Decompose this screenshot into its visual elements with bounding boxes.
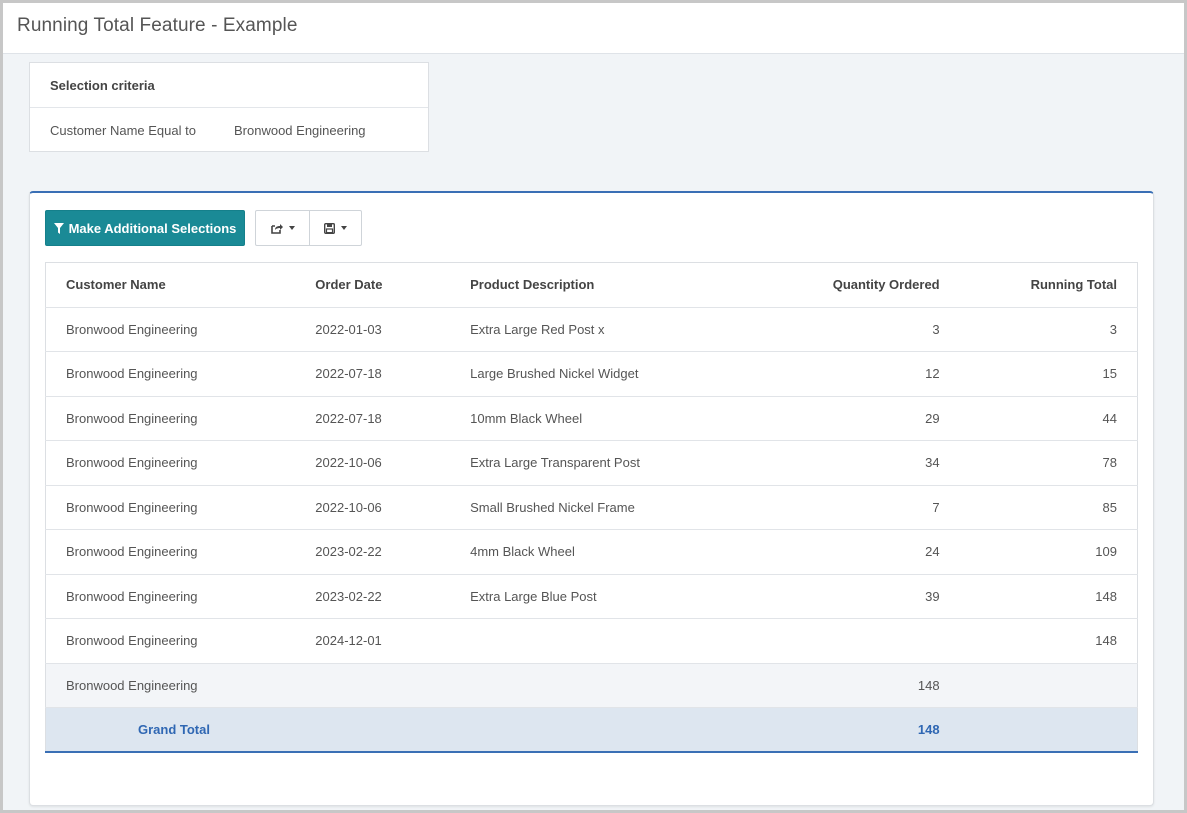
- share-button[interactable]: [256, 211, 309, 245]
- table-row: Bronwood Engineering 2022-10-06 Small Br…: [45, 485, 1138, 530]
- cell-quantity: 12: [699, 351, 960, 397]
- cell-date: 2022-07-18: [295, 351, 451, 397]
- cell-running-total: 78: [959, 440, 1138, 486]
- cell-quantity: 24: [699, 529, 960, 575]
- chevron-down-icon: [341, 226, 348, 230]
- subtotal-quantity: 148: [699, 663, 960, 708]
- save-icon: [324, 222, 336, 234]
- cell-date: 2024-12-01: [295, 618, 451, 664]
- cell-running-total: 15: [959, 351, 1138, 397]
- share-icon: [270, 223, 283, 234]
- subtotal-row: Bronwood Engineering 148: [45, 663, 1138, 708]
- table-row: Bronwood Engineering 2022-10-06 Extra La…: [45, 440, 1138, 486]
- header-quantity-ordered[interactable]: Quantity Ordered: [699, 262, 960, 308]
- grand-total-empty: [959, 707, 1138, 753]
- page-title: Running Total Feature - Example: [17, 15, 298, 36]
- subtotal-empty: [450, 663, 700, 708]
- grand-total-row: Grand Total 148: [45, 707, 1138, 753]
- make-additional-selections-label: Make Additional Selections: [68, 220, 237, 236]
- table-row: Bronwood Engineering 2023-02-22 4mm Blac…: [45, 529, 1138, 575]
- cell-product: Extra Large Red Post x: [450, 307, 700, 352]
- title-bar: Running Total Feature - Example: [3, 3, 1184, 54]
- cell-product: Extra Large Blue Post: [450, 574, 700, 619]
- cell-customer: Bronwood Engineering: [45, 529, 296, 575]
- table-row: Bronwood Engineering 2024-12-01 148: [45, 618, 1138, 664]
- table-row: Bronwood Engineering 2022-07-18 Large Br…: [45, 351, 1138, 397]
- header-product-description[interactable]: Product Description: [450, 262, 700, 308]
- subtotal-customer: Bronwood Engineering: [45, 663, 296, 708]
- criteria-row: Customer Name Equal to Bronwood Engineer…: [30, 108, 428, 152]
- cell-quantity: 29: [699, 396, 960, 441]
- criteria-heading: Selection criteria: [30, 63, 428, 108]
- cell-customer: Bronwood Engineering: [45, 574, 296, 619]
- cell-customer: Bronwood Engineering: [45, 618, 296, 664]
- cell-running-total: 148: [959, 618, 1138, 664]
- cell-quantity: 3: [699, 307, 960, 352]
- cell-customer: Bronwood Engineering: [45, 485, 296, 530]
- cell-running-total: 109: [959, 529, 1138, 575]
- cell-quantity: 39: [699, 574, 960, 619]
- grand-total-label: Grand Total: [45, 707, 296, 753]
- cell-customer: Bronwood Engineering: [45, 396, 296, 441]
- header-order-date[interactable]: Order Date: [295, 262, 451, 308]
- cell-date: 2022-10-06: [295, 485, 451, 530]
- cell-date: 2022-01-03: [295, 307, 451, 352]
- report-panel: Make Additional Selections Customer Name…: [29, 191, 1154, 806]
- export-button-group: [255, 210, 362, 246]
- criteria-field: Customer Name Equal to: [50, 123, 196, 138]
- cell-date: 2022-10-06: [295, 440, 451, 486]
- cell-product: 4mm Black Wheel: [450, 529, 700, 575]
- make-additional-selections-button[interactable]: Make Additional Selections: [45, 210, 245, 246]
- cell-product: Large Brushed Nickel Widget: [450, 351, 700, 397]
- header-running-total[interactable]: Running Total: [959, 262, 1138, 308]
- grand-total-quantity: 148: [699, 707, 960, 753]
- cell-date: 2023-02-22: [295, 529, 451, 575]
- grand-total-empty: [295, 707, 451, 753]
- cell-product: Small Brushed Nickel Frame: [450, 485, 700, 530]
- cell-running-total: 148: [959, 574, 1138, 619]
- subtotal-empty: [295, 663, 451, 708]
- cell-quantity: 7: [699, 485, 960, 530]
- cell-date: 2022-07-18: [295, 396, 451, 441]
- table-header-row: Customer Name Order Date Product Descrip…: [45, 262, 1138, 308]
- cell-running-total: 3: [959, 307, 1138, 352]
- cell-customer: Bronwood Engineering: [45, 307, 296, 352]
- cell-product: 10mm Black Wheel: [450, 396, 700, 441]
- cell-quantity: 34: [699, 440, 960, 486]
- header-customer-name[interactable]: Customer Name: [45, 262, 296, 308]
- cell-quantity: [699, 618, 960, 664]
- filter-icon: [53, 222, 64, 234]
- cell-customer: Bronwood Engineering: [45, 351, 296, 397]
- table-row: Bronwood Engineering 2022-01-03 Extra La…: [45, 307, 1138, 352]
- report-table: Customer Name Order Date Product Descrip…: [45, 262, 1138, 753]
- cell-running-total: 44: [959, 396, 1138, 441]
- cell-customer: Bronwood Engineering: [45, 440, 296, 486]
- table-row: Bronwood Engineering 2022-07-18 10mm Bla…: [45, 396, 1138, 441]
- cell-running-total: 85: [959, 485, 1138, 530]
- criteria-value: Bronwood Engineering: [234, 123, 366, 138]
- cell-product: Extra Large Transparent Post: [450, 440, 700, 486]
- selection-criteria-panel: Selection criteria Customer Name Equal t…: [29, 62, 429, 152]
- grand-total-empty: [450, 707, 700, 753]
- cell-date: 2023-02-22: [295, 574, 451, 619]
- subtotal-empty: [959, 663, 1138, 708]
- chevron-down-icon: [288, 226, 295, 230]
- save-button[interactable]: [309, 211, 361, 245]
- cell-product: [450, 618, 700, 664]
- table-row: Bronwood Engineering 2023-02-22 Extra La…: [45, 574, 1138, 619]
